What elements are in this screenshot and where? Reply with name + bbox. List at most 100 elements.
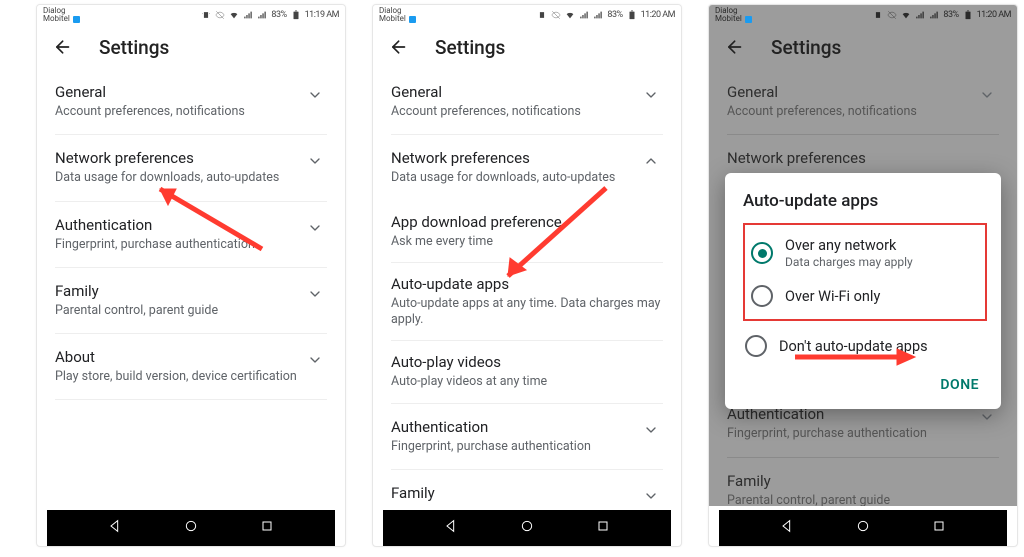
eye-off-icon xyxy=(887,10,897,20)
app-header: Settings xyxy=(373,25,681,69)
carrier2-label: Mobitel xyxy=(715,15,742,23)
screenshot-2: 2 Dialog Mobitel 83% 11:20 AM xyxy=(372,4,682,547)
android-nav-bar xyxy=(47,510,335,546)
page-title: Settings xyxy=(435,36,505,59)
item-app-download-pref[interactable]: App download preference Ask me every tim… xyxy=(391,201,663,263)
option-any-network[interactable]: Over any network Data charges may apply xyxy=(749,229,981,277)
nav-recents-icon[interactable] xyxy=(259,518,275,538)
chevron-up-icon xyxy=(639,149,663,169)
highlighted-options: Over any network Data charges may apply … xyxy=(743,223,987,321)
item-auto-play-videos[interactable]: Auto-play videos Auto-play videos at any… xyxy=(391,341,663,403)
chevron-down-icon xyxy=(303,348,327,368)
nav-back-icon[interactable] xyxy=(779,518,795,538)
battery-icon xyxy=(627,10,637,20)
nav-back-icon[interactable] xyxy=(443,518,459,538)
chevron-down-icon xyxy=(975,83,999,103)
item-title: Auto-update apps xyxy=(391,275,663,293)
signal-icon xyxy=(243,10,253,20)
android-nav-bar xyxy=(383,510,671,546)
option-dont-update[interactable]: Don't auto-update apps xyxy=(743,327,987,365)
chevron-down-icon xyxy=(303,83,327,103)
section-network[interactable]: Network preferencesData usage for downlo… xyxy=(55,135,327,201)
signal2-icon xyxy=(929,10,939,20)
item-auto-update-apps[interactable]: Auto-update apps Auto-update apps at any… xyxy=(391,263,663,342)
section-sub: Fingerprint, purchase authentication xyxy=(391,439,639,455)
nav-back-icon[interactable] xyxy=(107,518,123,538)
eye-off-icon xyxy=(551,10,561,20)
nav-home-icon[interactable] xyxy=(183,518,199,538)
section-general[interactable]: GeneralAccount preferences, notification… xyxy=(391,69,663,135)
nav-recents-icon[interactable] xyxy=(595,518,611,538)
section-sub: Account preferences, notifications xyxy=(391,104,639,120)
battery-pct-label: 83% xyxy=(943,10,958,20)
section-title: Network preferences xyxy=(727,149,999,167)
signal-icon xyxy=(915,10,925,20)
nav-recents-icon[interactable] xyxy=(931,518,947,538)
section-sub: Account preferences, notifications xyxy=(55,104,303,120)
vibrate-icon xyxy=(873,10,883,20)
option-title: Don't auto-update apps xyxy=(779,338,928,355)
section-family[interactable]: Family xyxy=(391,470,663,506)
section-title: Authentication xyxy=(391,418,639,436)
section-sub: Fingerprint, purchase authentication xyxy=(727,426,975,442)
section-title: Family xyxy=(391,484,639,502)
radio-icon xyxy=(751,285,773,307)
item-sub: Auto-update apps at any time. Data charg… xyxy=(391,296,663,329)
option-title: Over Wi-Fi only xyxy=(785,288,880,305)
radio-icon xyxy=(745,335,767,357)
notification-dot-icon xyxy=(745,16,752,23)
back-button[interactable] xyxy=(387,37,407,57)
clock-label: 11:20 AM xyxy=(641,10,675,20)
screenshot-3: 3 Dialog Mobitel 83% 11:20 AM xyxy=(708,4,1018,547)
page-title: Settings xyxy=(771,36,841,59)
status-bar: Dialog Mobitel 83% 11:20 AM xyxy=(373,5,681,25)
section-general[interactable]: General Account preferences, notification… xyxy=(55,69,327,135)
section-title: Family xyxy=(55,282,303,300)
eye-off-icon xyxy=(215,10,225,20)
section-auth[interactable]: Authentication Fingerprint, purchase auth… xyxy=(55,202,327,268)
section-sub: Fingerprint, purchase authentication xyxy=(55,237,303,253)
vibrate-icon xyxy=(537,10,547,20)
nav-home-icon[interactable] xyxy=(519,518,535,538)
section-family: FamilyParental control, parent guide xyxy=(727,458,999,507)
section-family[interactable]: Family Parental control, parent guide xyxy=(55,268,327,334)
nav-home-icon[interactable] xyxy=(855,518,871,538)
section-network[interactable]: Network preferencesData usage for downlo… xyxy=(391,135,663,200)
option-wifi-only[interactable]: Over Wi-Fi only xyxy=(749,277,981,315)
settings-list: General Account preferences, notification… xyxy=(37,69,345,506)
section-sub: Parental control, parent guide xyxy=(727,493,999,507)
clock-label: 11:20 AM xyxy=(977,10,1011,20)
android-nav-bar xyxy=(719,510,1007,546)
notification-dot-icon xyxy=(409,16,416,23)
chevron-down-icon xyxy=(303,149,327,169)
section-title: Authentication xyxy=(55,216,303,234)
section-general: GeneralAccount preferences, notification… xyxy=(727,69,999,135)
chevron-down-icon xyxy=(639,418,663,438)
chevron-down-icon xyxy=(303,282,327,302)
section-sub: Parental control, parent guide xyxy=(55,303,303,319)
back-button[interactable] xyxy=(51,37,71,57)
dialog-title: Auto-update apps xyxy=(743,191,987,211)
section-title: General xyxy=(55,83,303,101)
section-title: Network preferences xyxy=(55,149,303,167)
wifi-icon xyxy=(901,10,911,20)
battery-pct-label: 83% xyxy=(607,10,622,20)
wifi-icon xyxy=(229,10,239,20)
carrier2-label: Mobitel xyxy=(43,15,70,23)
section-sub: Data usage for downloads, auto-updates xyxy=(391,170,639,186)
auto-update-dialog: Auto-update apps Over any network Data c… xyxy=(725,173,1001,409)
back-button[interactable] xyxy=(723,37,743,57)
screenshot-1: 1 Dialog Mobitel 83% 11:19 AM xyxy=(36,4,346,547)
status-bar: Dialog Mobitel 83% 11:20 AM xyxy=(709,5,1017,25)
section-auth[interactable]: Authentication Fingerprint, purchase auth… xyxy=(391,404,663,470)
section-title: About xyxy=(55,348,303,366)
item-sub: Auto-play videos at any time xyxy=(391,374,663,390)
section-title: General xyxy=(727,83,975,101)
signal-icon xyxy=(579,10,589,20)
option-sub: Data charges may apply xyxy=(785,255,913,269)
done-button[interactable]: DONE xyxy=(932,371,987,399)
item-title: Auto-play videos xyxy=(391,353,663,371)
battery-icon xyxy=(291,10,301,20)
section-about[interactable]: About Play store, build version, device c… xyxy=(55,334,327,400)
section-sub: Play store, build version, device certif… xyxy=(55,369,303,385)
